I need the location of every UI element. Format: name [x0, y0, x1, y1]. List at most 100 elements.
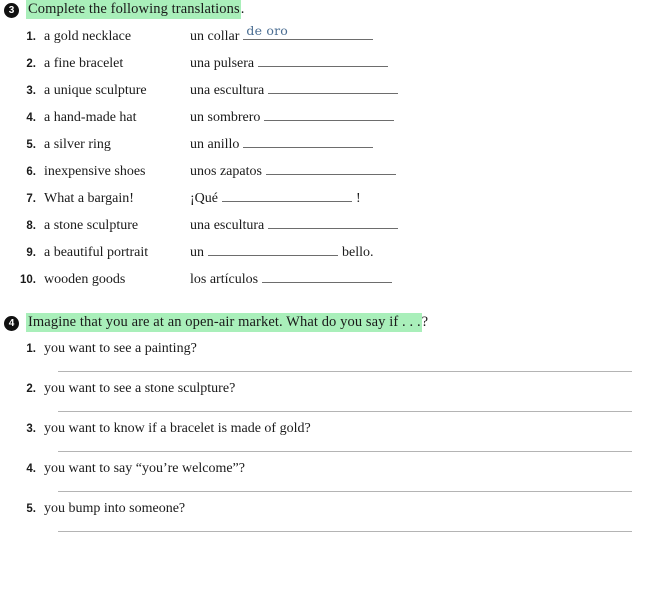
question-row: 4. you want to say “you’re welcome”? — [0, 461, 654, 477]
list-item: 3. you want to know if a bracelet is mad… — [0, 421, 654, 452]
question-text: you bump into someone? — [44, 501, 186, 516]
table-row: 7. What a bargain! ¡Qué ! — [0, 187, 654, 214]
answer-rule[interactable] — [58, 491, 632, 492]
answer-blank[interactable] — [268, 79, 399, 94]
worksheet-page: 3 Complete the following translations. 1… — [0, 0, 654, 602]
answer-rule[interactable] — [58, 451, 632, 452]
spanish-prefix: una escultura — [190, 83, 265, 98]
spanish-suffix: ! — [356, 191, 361, 206]
question-row: 3. you want to know if a bracelet is mad… — [0, 421, 654, 437]
english-phrase: wooden goods — [44, 272, 126, 287]
table-row: 4. a hand-made hat un sombrero — [0, 106, 654, 133]
answer-rule[interactable] — [58, 371, 632, 372]
spanish-prefix: ¡Qué — [190, 191, 218, 206]
spanish-prefix: una pulsera — [190, 56, 255, 71]
item-number: 5. — [26, 503, 36, 515]
spanish-answer-line: un collar de oro — [190, 23, 377, 45]
handwritten-answer: de oro — [246, 23, 288, 38]
item-number: 4. — [26, 463, 36, 475]
table-row: 8. a stone sculpture una escultura — [0, 214, 654, 241]
question-row: 1. you want to see a painting? — [0, 341, 654, 357]
spanish-answer-line: una escultura — [190, 79, 402, 99]
spanish-prefix: una escultura — [190, 218, 265, 233]
list-item: 5. you bump into someone? — [0, 501, 654, 532]
answer-blank[interactable] — [268, 214, 399, 229]
english-phrase: a beautiful portrait — [44, 245, 149, 260]
spanish-prefix: un collar — [190, 29, 240, 44]
spanish-answer-line: un bello. — [190, 241, 374, 261]
item-number: 2. — [26, 383, 36, 395]
answer-rule[interactable] — [58, 531, 632, 532]
exercise-3-instruction-tail: . — [240, 1, 245, 17]
table-row: 3. a unique sculpture una escultura — [0, 79, 654, 106]
item-number: 9. — [26, 247, 36, 259]
spanish-answer-line: un anillo — [190, 133, 377, 153]
item-number: 6. — [26, 166, 36, 178]
item-number: 3. — [26, 85, 36, 97]
answer-blank[interactable] — [243, 133, 374, 148]
english-phrase: What a bargain! — [44, 191, 134, 206]
spanish-answer-line: un sombrero — [190, 106, 398, 126]
answer-blank[interactable]: de oro — [243, 23, 374, 40]
exercise-4-bullet: 4 — [4, 316, 19, 331]
exercise-4: 4 Imagine that you are at an open-air ma… — [0, 313, 654, 532]
exercise-3-instruction-highlight: Complete the following translations — [26, 0, 241, 19]
list-item: 1. you want to see a painting? — [0, 341, 654, 372]
spanish-answer-line: ¡Qué ! — [190, 187, 361, 207]
exercise-4-heading: 4 Imagine that you are at an open-air ma… — [0, 313, 654, 332]
item-number: 2. — [26, 58, 36, 70]
answer-blank[interactable] — [264, 106, 395, 121]
list-item: 2. you want to see a stone sculpture? — [0, 381, 654, 412]
table-row: 1. a gold necklace un collar de oro — [0, 23, 654, 52]
question-row: 5. you bump into someone? — [0, 501, 654, 517]
item-number: 3. — [26, 423, 36, 435]
spanish-answer-line: los artículos — [190, 268, 396, 288]
table-row: 9. a beautiful portrait un bello. — [0, 241, 654, 268]
exercise-4-instruction: Imagine that you are at an open-air mark… — [26, 313, 428, 332]
spanish-prefix: los artículos — [190, 272, 259, 287]
exercise-3-instruction: Complete the following translations. — [26, 0, 244, 19]
table-row: 6. inexpensive shoes unos zapatos — [0, 160, 654, 187]
exercise-3-bullet: 3 — [4, 3, 19, 18]
exercise-3-heading: 3 Complete the following translations. — [0, 0, 654, 19]
translation-list: 1. a gold necklace un collar de oro 2. a… — [0, 23, 654, 295]
english-phrase: inexpensive shoes — [44, 164, 146, 179]
question-row: 2. you want to see a stone sculpture? — [0, 381, 654, 397]
spanish-prefix: un — [190, 245, 204, 260]
english-phrase: a stone sculpture — [44, 218, 139, 233]
exercise-4-instruction-tail: ? — [421, 314, 429, 330]
spanish-answer-line: unos zapatos — [190, 160, 400, 180]
item-number: 5. — [26, 139, 36, 151]
question-text: you want to say “you’re welcome”? — [44, 461, 245, 476]
answer-rule[interactable] — [58, 411, 632, 412]
item-number: 4. — [26, 112, 36, 124]
answer-blank[interactable] — [265, 160, 396, 175]
list-item: 4. you want to say “you’re welcome”? — [0, 461, 654, 492]
table-row: 10. wooden goods los artículos — [0, 268, 654, 295]
answer-blank[interactable] — [222, 187, 352, 202]
spanish-answer-line: una escultura — [190, 214, 402, 234]
item-number: 10. — [20, 274, 36, 286]
english-phrase: a gold necklace — [44, 29, 132, 44]
spanish-answer-line: una pulsera — [190, 52, 392, 72]
english-phrase: a silver ring — [44, 137, 111, 152]
table-row: 5. a silver ring un anillo — [0, 133, 654, 160]
spanish-suffix: bello. — [342, 245, 374, 260]
english-phrase: a unique sculpture — [44, 83, 147, 98]
item-number: 1. — [26, 343, 36, 355]
spanish-prefix: un anillo — [190, 137, 240, 152]
answer-blank[interactable] — [258, 52, 389, 67]
answer-blank[interactable] — [262, 268, 393, 283]
exercise-4-instruction-highlight: Imagine that you are at an open-air mark… — [26, 313, 422, 332]
item-number: 8. — [26, 220, 36, 232]
table-row: 2. a fine bracelet una pulsera — [0, 52, 654, 79]
question-text: you want to know if a bracelet is made o… — [44, 421, 311, 436]
question-text: you want to see a painting? — [44, 341, 197, 356]
answer-blank[interactable] — [208, 241, 338, 256]
english-phrase: a hand-made hat — [44, 110, 137, 125]
item-number: 7. — [26, 193, 36, 205]
spanish-prefix: unos zapatos — [190, 164, 262, 179]
english-phrase: a fine bracelet — [44, 56, 124, 71]
item-number: 1. — [26, 31, 36, 43]
question-text: you want to see a stone sculpture? — [44, 381, 236, 396]
